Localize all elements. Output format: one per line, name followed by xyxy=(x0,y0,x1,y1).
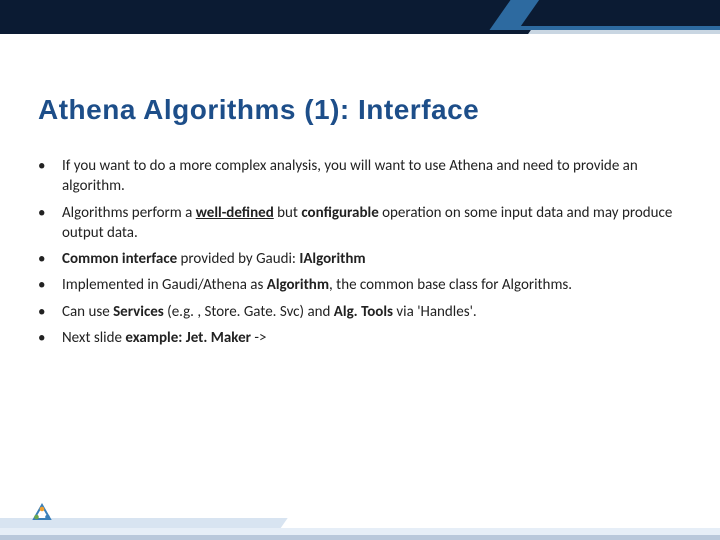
bullet-text: If you want to do a more complex analysi… xyxy=(62,156,678,197)
bullet-marker: • xyxy=(38,249,62,269)
bullet-marker: • xyxy=(38,275,62,295)
bullet-text: Can use Services (e.g. , Store. Gate. Sv… xyxy=(62,302,678,322)
bullet-text: Next slide example: Jet. Maker -> xyxy=(62,328,678,348)
bullet-marker: • xyxy=(38,302,62,322)
top-accent xyxy=(470,0,720,30)
bullet-marker: • xyxy=(38,156,62,197)
bullet-marker: • xyxy=(38,328,62,348)
bullet-text: Implemented in Gaudi/Athena as Algorithm… xyxy=(62,275,678,295)
slide-title: Athena Algorithms (1): Interface xyxy=(38,94,479,126)
bullet-text: Algorithms perform a well-defined but co… xyxy=(62,203,678,244)
bullet-text: Common interface provided by Gaudi: IAlg… xyxy=(62,249,678,269)
bottom-band xyxy=(0,512,720,540)
slide-body: •If you want to do a more complex analys… xyxy=(38,156,678,348)
logo-icon xyxy=(30,502,54,526)
bullet-marker: • xyxy=(38,203,62,244)
bullet-list: •If you want to do a more complex analys… xyxy=(38,156,678,348)
slide: Athena Algorithms (1): Interface •If you… xyxy=(0,0,720,540)
